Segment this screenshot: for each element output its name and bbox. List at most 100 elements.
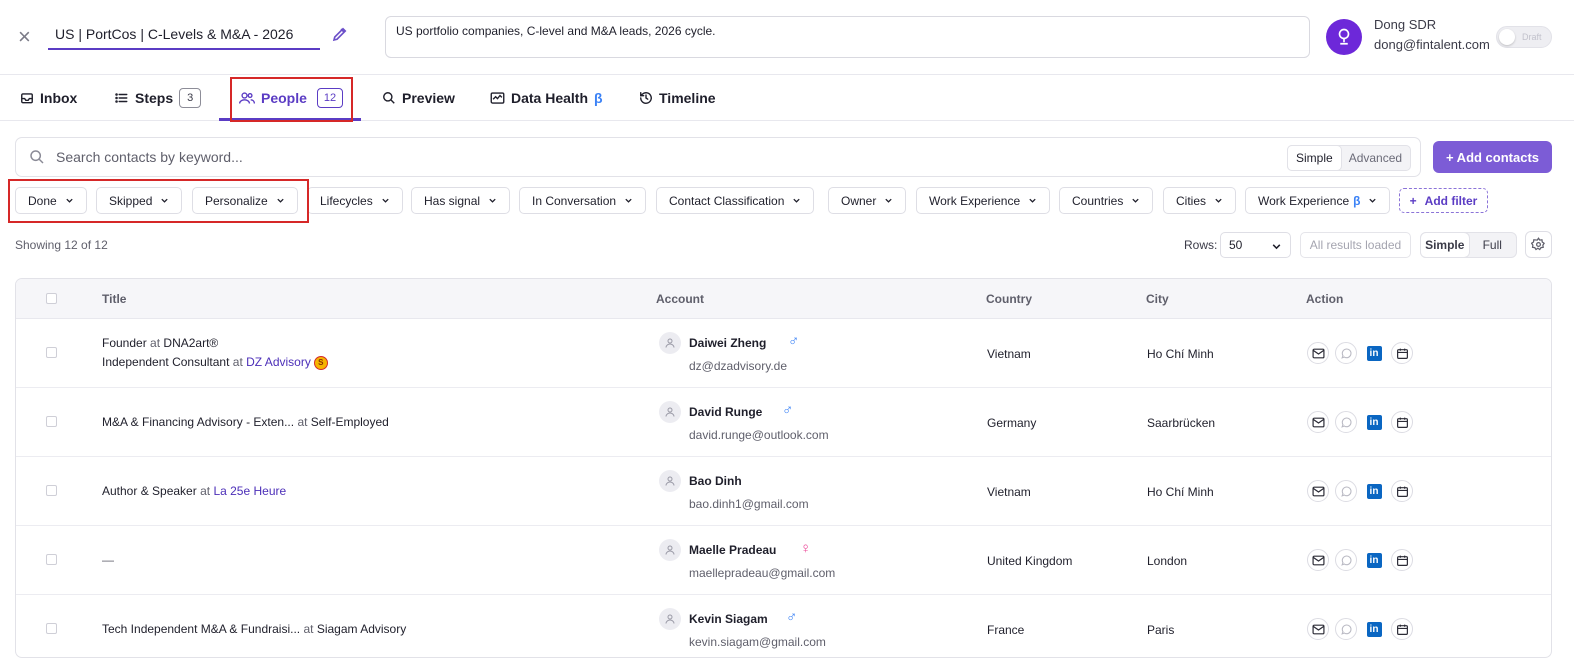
whatsapp-action-button[interactable] (1335, 342, 1357, 364)
row-checkbox[interactable] (46, 623, 57, 634)
column-header-city[interactable]: City (1146, 292, 1169, 306)
tab-label: Inbox (40, 90, 78, 106)
filter-done[interactable]: Done (15, 187, 87, 214)
calendar-action-button[interactable] (1391, 480, 1413, 502)
calendar-action-button[interactable] (1391, 549, 1413, 571)
filter-countries[interactable]: Countries (1059, 187, 1154, 214)
linkedin-action-button[interactable]: in (1363, 618, 1385, 640)
table-row[interactable]: — Maelle Pradeau ♀ maellepradeau@gmail.c… (16, 526, 1551, 595)
company-link[interactable]: DZ Advisory (246, 355, 311, 369)
whatsapp-action-button[interactable] (1335, 618, 1357, 640)
email-action-button[interactable] (1307, 618, 1329, 640)
filter-in-conversation[interactable]: In Conversation (519, 187, 647, 214)
user-avatar[interactable] (1326, 19, 1362, 55)
whatsapp-action-button[interactable] (1335, 480, 1357, 502)
campaign-description-textarea[interactable]: US portfolio companies, C-level and M&A … (385, 16, 1310, 58)
calendar-action-button[interactable] (1391, 342, 1413, 364)
view-full[interactable]: Full (1469, 233, 1517, 257)
calendar-action-button[interactable] (1391, 618, 1413, 640)
filter-label: Work Experience (929, 193, 1021, 208)
person-avatar (659, 470, 681, 492)
person-email: dz@dzadvisory.de (689, 359, 788, 373)
whatsapp-icon (1340, 348, 1351, 359)
tab-label: Timeline (659, 90, 716, 106)
person-name[interactable]: Daiwei Zheng (689, 336, 766, 350)
email-action-button[interactable] (1307, 342, 1329, 364)
user-icon (665, 407, 675, 417)
filter-contact-classification[interactable]: Contact Classification (656, 187, 815, 214)
draft-toggle[interactable]: Draft (1496, 26, 1552, 48)
linkedin-action-button[interactable]: in (1363, 342, 1385, 364)
city: London (1147, 554, 1188, 568)
tab-data-health[interactable]: Data Health β (490, 75, 603, 121)
person-name[interactable]: Kevin Siagam (689, 612, 768, 626)
row-checkbox[interactable] (46, 416, 57, 427)
filter-lifecycles[interactable]: Lifecycles (307, 187, 403, 214)
filter-owner[interactable]: Owner (828, 187, 907, 214)
row-checkbox[interactable] (46, 347, 57, 358)
search-mode-toggle: Simple Advanced (1287, 145, 1412, 171)
tab-label: Preview (402, 90, 455, 106)
chevron-down-icon (1029, 198, 1036, 203)
add-contacts-button[interactable]: + Add contacts (1433, 141, 1552, 173)
chevron-down-icon (625, 198, 632, 203)
inbox-icon (21, 93, 33, 104)
user-icon (665, 614, 675, 624)
column-header-country[interactable]: Country (986, 292, 1032, 306)
add-filter-button[interactable]: + Add filter (1399, 188, 1488, 213)
tab-bar: Inbox Steps 3 People 12 Preview Data Hea… (0, 75, 1574, 121)
tab-label: Steps (135, 90, 174, 106)
whatsapp-action-button[interactable] (1335, 411, 1357, 433)
person-name[interactable]: Bao Dinh (689, 474, 742, 488)
calendar-action-button[interactable] (1391, 411, 1413, 433)
person-name[interactable]: David Runge (689, 405, 762, 419)
filter-has-signal[interactable]: Has signal (411, 187, 511, 214)
row-checkbox[interactable] (46, 485, 57, 496)
filter-cities[interactable]: Cities (1163, 187, 1237, 214)
tab-timeline[interactable]: Timeline (639, 75, 716, 121)
table-row[interactable]: M&A & Financing Advisory - Exten... at S… (16, 388, 1551, 457)
company-link[interactable]: La 25e Heure (213, 484, 286, 498)
linkedin-action-button[interactable]: in (1363, 411, 1385, 433)
filter-work-experience-beta[interactable]: Work Experience β (1245, 187, 1391, 214)
filter-label: Has signal (424, 193, 481, 208)
row-checkbox[interactable] (46, 554, 57, 565)
filter-skipped[interactable]: Skipped (96, 187, 183, 214)
table-settings-button[interactable] (1525, 231, 1552, 258)
campaign-title-input[interactable]: US | PortCos | C-Levels & M&A - 2026 (48, 20, 320, 50)
whatsapp-icon (1340, 486, 1351, 497)
linkedin-action-button[interactable]: in (1363, 480, 1385, 502)
view-simple[interactable]: Simple (1421, 233, 1469, 257)
tab-people[interactable]: People 12 (239, 75, 344, 121)
title-line: Independent Consultant at DZ Advisory S (102, 355, 328, 370)
whatsapp-action-button[interactable] (1335, 549, 1357, 571)
rows-per-page-select[interactable]: 50 (1220, 232, 1291, 258)
close-icon[interactable]: × (18, 26, 36, 48)
all-results-loaded-button[interactable]: All results loaded (1300, 232, 1411, 258)
tab-preview[interactable]: Preview (382, 75, 455, 121)
linkedin-action-button[interactable]: in (1363, 549, 1385, 571)
tab-label: People (261, 90, 307, 106)
column-header-account[interactable]: Account (656, 292, 704, 306)
country: France (987, 623, 1025, 637)
edit-pencil-icon[interactable] (331, 25, 349, 46)
tab-inbox[interactable]: Inbox (20, 75, 77, 121)
location-pin-icon (1338, 28, 1350, 45)
country: Germany (987, 416, 1037, 430)
filter-work-experience[interactable]: Work Experience (916, 187, 1051, 214)
table-row[interactable]: Author & Speaker at La 25e Heure Bao Din… (16, 457, 1551, 526)
person-name[interactable]: Maelle Pradeau (689, 543, 776, 557)
search-input[interactable] (56, 138, 956, 176)
email-action-button[interactable] (1307, 549, 1329, 571)
search-mode-advanced[interactable]: Advanced (1341, 146, 1410, 170)
column-header-title[interactable]: Title (102, 292, 126, 306)
filter-personalize[interactable]: Personalize (192, 187, 298, 214)
tab-steps[interactable]: Steps 3 (114, 75, 202, 121)
search-mode-simple[interactable]: Simple (1288, 146, 1341, 170)
table-row[interactable]: Founder at DNA2art® Independent Consulta… (16, 319, 1551, 388)
user-name: Dong SDR (1374, 17, 1437, 32)
table-row[interactable]: Tech Independent M&A & Fundraisi... at S… (16, 595, 1551, 657)
email-action-button[interactable] (1307, 480, 1329, 502)
select-all-checkbox[interactable] (46, 293, 57, 304)
email-action-button[interactable] (1307, 411, 1329, 433)
